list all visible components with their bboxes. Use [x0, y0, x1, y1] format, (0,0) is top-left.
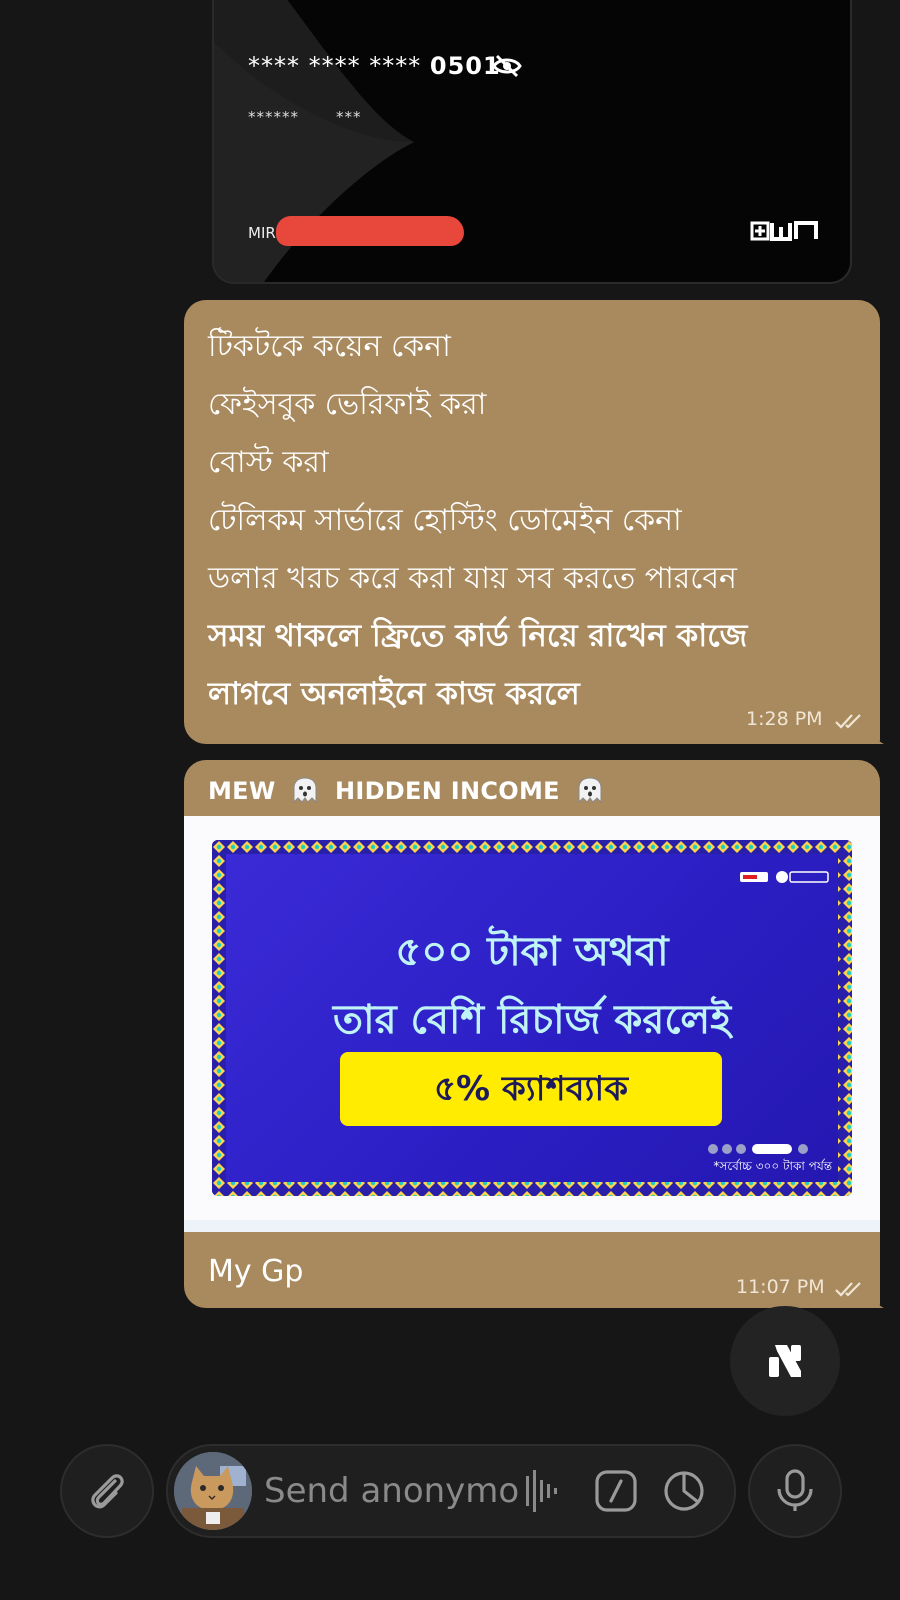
cashback-badge: ৫% ক্যাশব্যাক	[340, 1052, 722, 1126]
forward-sender[interactable]: MEW HIDDEN INCOME	[208, 776, 611, 805]
message-line-bold: লাগবে অনলাইনে কাজ করলে	[208, 676, 580, 712]
message-line: ডলার খরচ করে করা যায় সব করতে পারবেন	[208, 561, 737, 596]
message-line: বোস্ট করা	[208, 445, 329, 480]
promo-image-strip	[184, 1220, 880, 1232]
bot-logo-icon	[769, 1345, 801, 1377]
card-image[interactable]: **** **** **** 0501 ****** *** MIR	[212, 0, 852, 284]
card-holder: MIR	[248, 224, 276, 242]
voice-wave-icon	[526, 1470, 557, 1512]
message-line-bold: সময় থাকলে ফ্রিতে কার্ড নিয়ে রাখেন কাজে	[208, 618, 748, 654]
ghost-emoji-icon	[578, 777, 602, 804]
bubble-tail	[868, 1284, 884, 1308]
bot-shortcut-button[interactable]	[730, 1306, 840, 1416]
card-last4: 0501	[429, 52, 501, 80]
card-number: **** **** **** 0501	[248, 52, 501, 80]
paperclip-icon	[91, 1474, 124, 1509]
carousel-dots	[708, 1144, 808, 1154]
message-caption: My Gp	[208, 1254, 304, 1289]
bubble-tail	[868, 720, 884, 744]
message-bubble[interactable]: টিকটকে কয়েন কেনা ফেইসবুক ভেরিফাই করা বো…	[184, 300, 880, 744]
message-input[interactable]	[264, 1464, 564, 1518]
promo-banner[interactable]: ৫০০ টাকা অথবা তার বেশি রিচার্জ করলেই ৫% …	[212, 840, 852, 1196]
redaction-mark	[276, 216, 464, 246]
double-check-icon	[835, 714, 861, 729]
message-composer[interactable]	[166, 1444, 736, 1538]
promo-footnote: *সর্বোচ্চ ৩০০ টাকা পর্যন্ত	[713, 1159, 832, 1173]
promo-image-frame[interactable]: ৫০০ টাকা অথবা তার বেশি রিচার্জ করলেই ৫% …	[184, 816, 880, 1232]
card-expiry: ******	[248, 108, 299, 126]
eye-off-icon[interactable]	[492, 54, 522, 78]
forwarded-message-bubble[interactable]: MEW HIDDEN INCOME ৫০০ টাকা অথবা তার বেশি…	[184, 760, 880, 1308]
card-cvv: ***	[336, 108, 362, 126]
message-line: ফেইসবুক ভেরিফাই করা	[208, 387, 487, 422]
message-line: টিকটকে কয়েন কেনা	[208, 329, 451, 364]
double-check-icon	[835, 1282, 861, 1297]
voice-record-button[interactable]	[748, 1444, 842, 1538]
message-time: 11:07 PM	[736, 1276, 825, 1298]
microphone-icon	[777, 1469, 813, 1511]
avatar[interactable]	[174, 1452, 252, 1530]
promo-headline: ৫০০ টাকা অথবা	[395, 929, 669, 975]
brand-logos-icon	[740, 871, 829, 883]
own-logo-icon	[750, 221, 818, 241]
ghost-emoji-icon	[293, 777, 317, 804]
slash-command-icon[interactable]	[594, 1469, 638, 1513]
timer-icon[interactable]	[662, 1469, 706, 1513]
message-time: 1:28 PM	[746, 708, 823, 730]
attach-button[interactable]	[60, 1444, 154, 1538]
promo-subheadline: তার বেশি রিচার্জ করলেই	[332, 997, 732, 1043]
message-line: টেলিকম সার্ভারে হোস্টিং ডোমেইন কেনা	[208, 503, 682, 538]
cat-avatar-icon	[174, 1452, 252, 1530]
